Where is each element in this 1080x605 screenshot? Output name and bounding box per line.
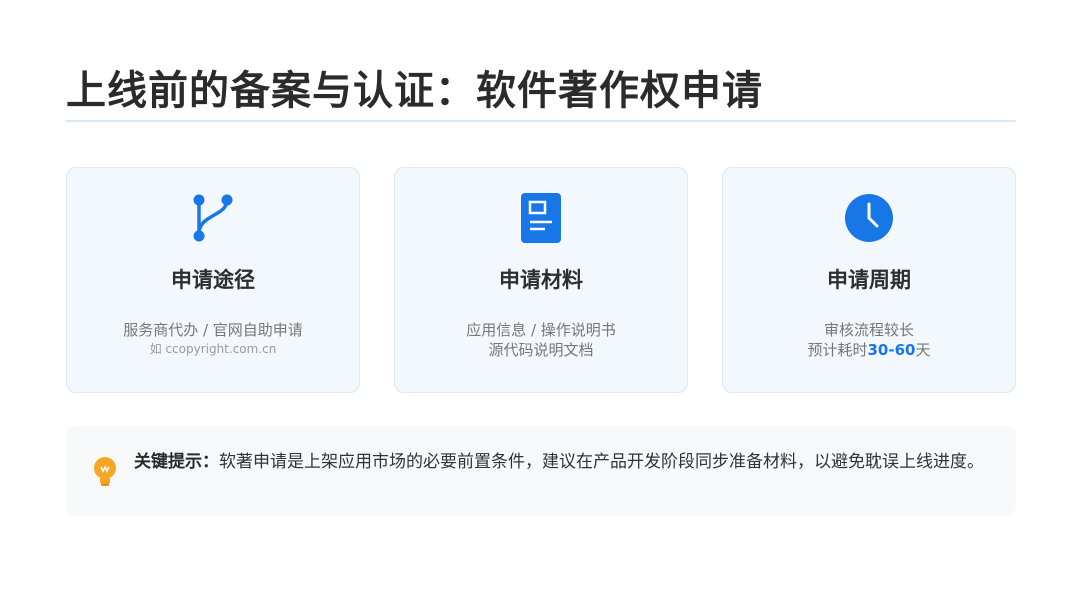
card-line: 审核流程较长 [823, 321, 914, 339]
card-application-materials: 申请材料 应用信息 / 操作说明书 源代码说明文档 [394, 167, 688, 393]
tip-label: 关键提示： [134, 452, 219, 472]
card-application-period: 申请周期 审核流程较长 预计耗时30-60天 [722, 167, 1016, 393]
card-title: 申请周期 [827, 268, 911, 292]
tip-text: 关键提示：软著申请是上架应用市场的必要前置条件，建议在产品开发阶段同步准备材料，… [134, 450, 994, 474]
branch-icon [187, 192, 239, 244]
page-title: 上线前的备案与认证：软件著作权申请 [66, 68, 763, 114]
lightbulb-icon [92, 456, 118, 488]
card-title: 申请材料 [499, 268, 583, 292]
title-divider [66, 120, 1016, 122]
document-icon [515, 192, 567, 244]
card-link-text: 如 ccopyright.com.cn [149, 342, 277, 356]
duration-suffix: 天 [915, 341, 931, 359]
duration-highlight: 30-60 [867, 341, 916, 359]
card-title: 申请途径 [171, 268, 255, 292]
key-tip-box: 关键提示：软著申请是上架应用市场的必要前置条件，建议在产品开发阶段同步准备材料，… [66, 426, 1016, 516]
card-application-channel: 申请途径 服务商代办 / 官网自助申请 如 ccopyright.com.cn [66, 167, 360, 393]
clock-icon [843, 192, 895, 244]
card-line-duration: 预计耗时30-60天 [723, 339, 1015, 360]
tip-body: 软著申请是上架应用市场的必要前置条件，建议在产品开发阶段同步准备材料，以避免耽误… [219, 452, 984, 472]
card-line: 服务商代办 / 官网自助申请 [123, 321, 303, 339]
duration-prefix: 预计耗时 [807, 341, 868, 359]
card-line: 源代码说明文档 [488, 341, 594, 359]
card-line: 应用信息 / 操作说明书 [466, 321, 616, 339]
